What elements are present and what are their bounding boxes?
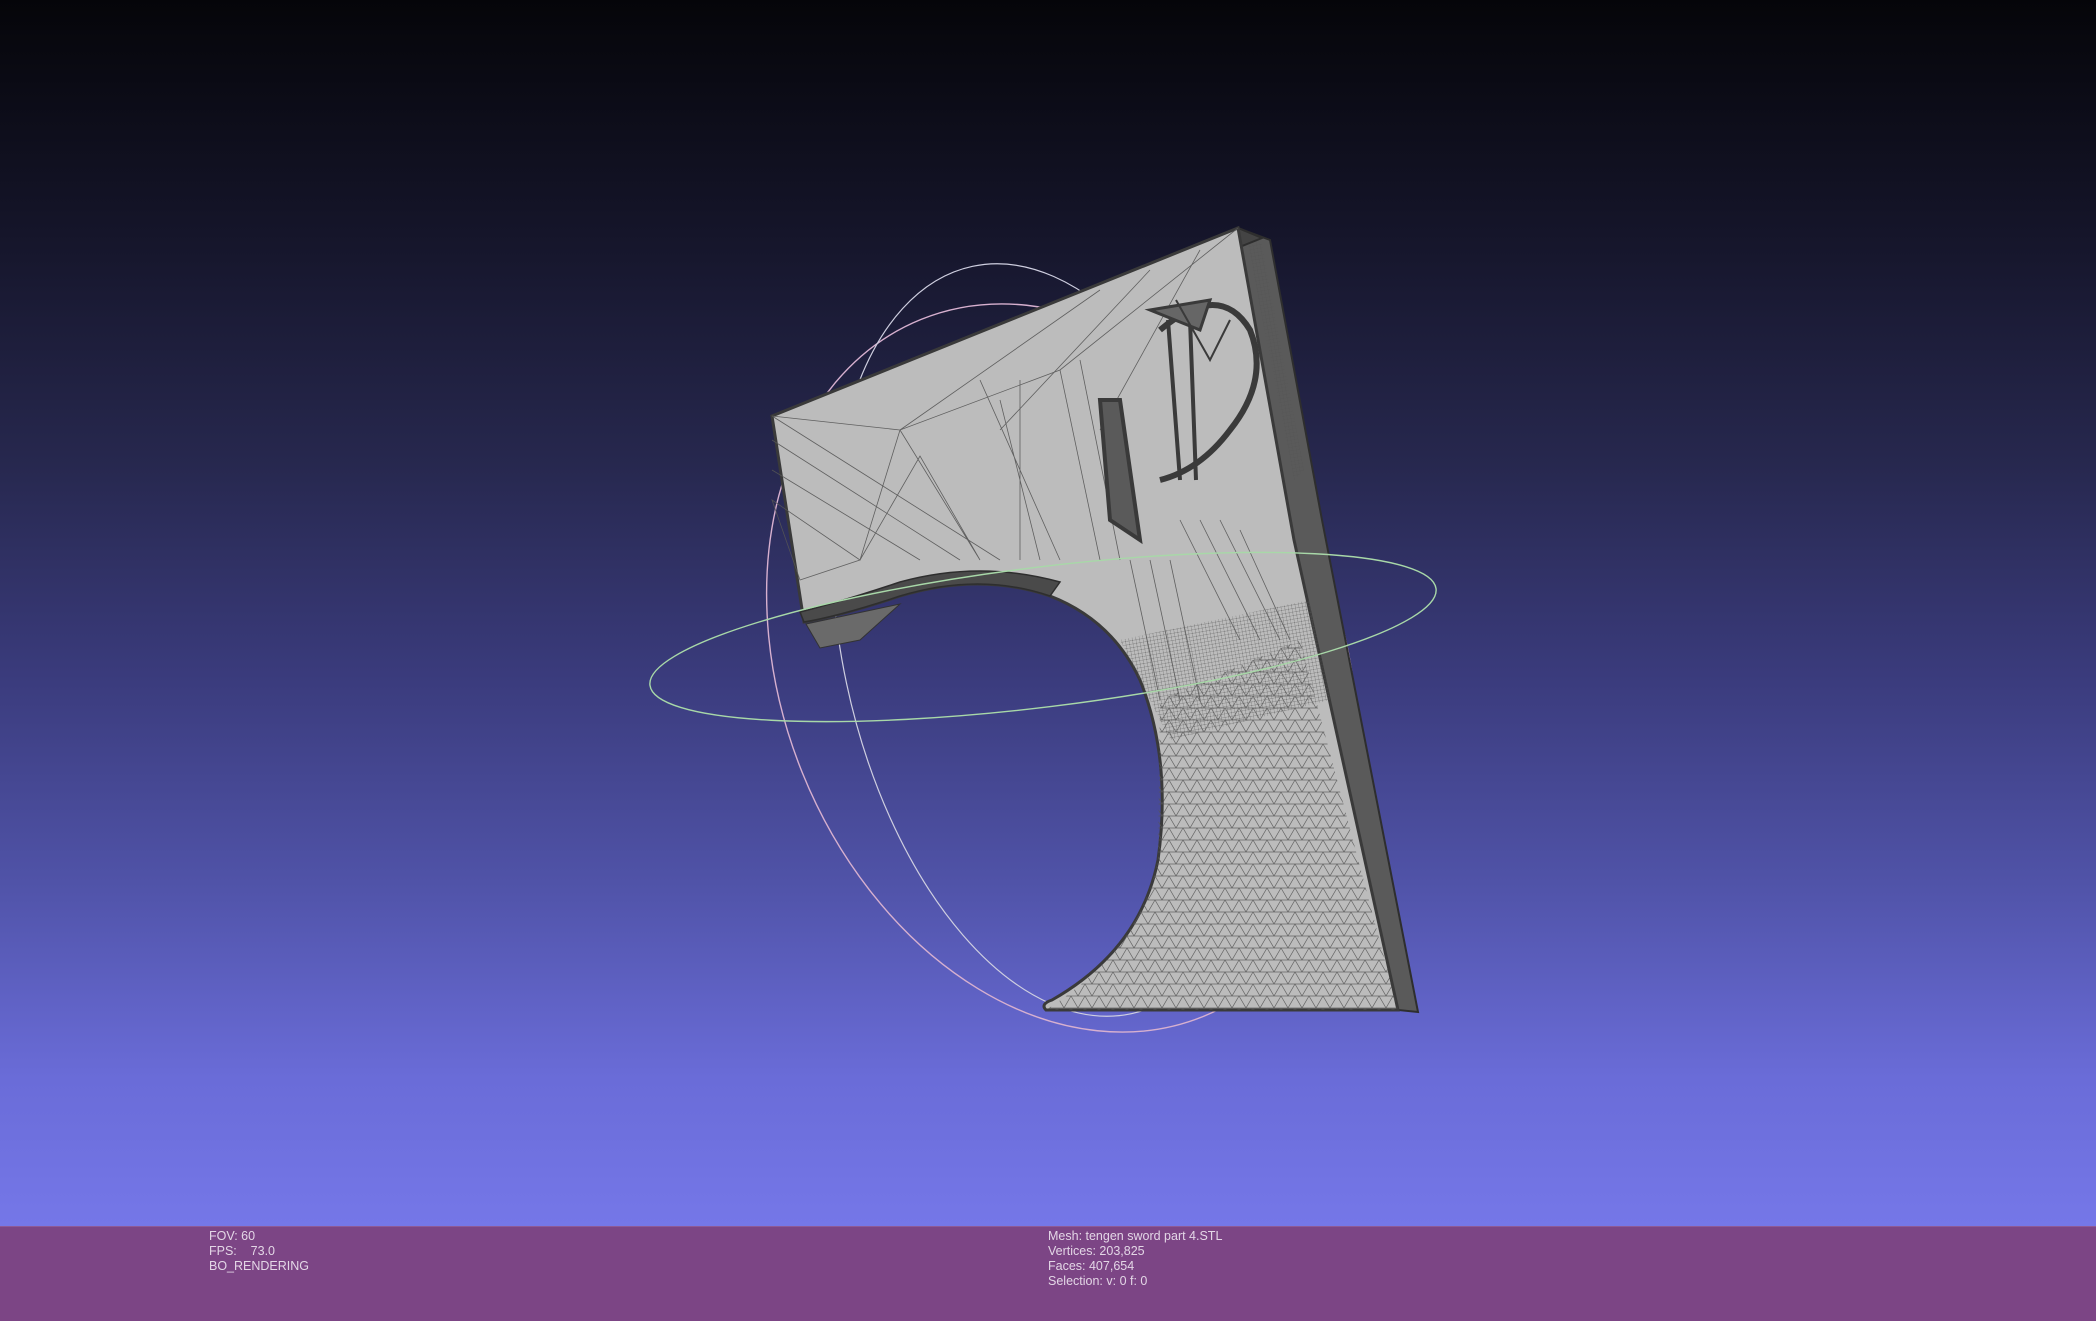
fps-readout: FPS: 73.0: [209, 1244, 276, 1258]
faces-readout: Faces: 407,654: [1048, 1259, 1135, 1273]
selection-readout: Selection: v: 0 f: 0: [1048, 1274, 1148, 1288]
3d-viewport[interactable]: [0, 0, 2096, 1226]
mesh-name-readout: Mesh: tengen sword part 4.STL: [1048, 1229, 1223, 1243]
render-mode-readout: BO_RENDERING: [209, 1259, 310, 1273]
mesh-render[interactable]: [0, 0, 2096, 1226]
mesh-part: [769, 225, 1420, 1014]
fov-readout: FOV: 60: [209, 1229, 256, 1243]
render-info: FOV: 60 FPS: 73.0 BO_RENDERING: [209, 1229, 309, 1274]
mesh-info: Mesh: tengen sword part 4.STL Vertices: …: [1048, 1229, 1222, 1289]
vertices-readout: Vertices: 203,825: [1048, 1244, 1145, 1258]
